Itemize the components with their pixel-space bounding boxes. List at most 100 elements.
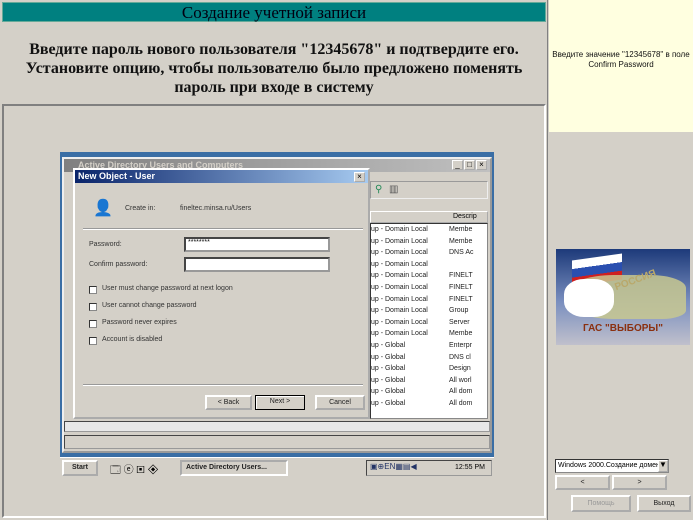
option-checkbox[interactable] [89, 337, 97, 345]
next-button[interactable]: Next > [255, 395, 305, 410]
description-cell: FINELT [449, 295, 473, 303]
table-row[interactable]: up - Global All worl [371, 375, 487, 387]
option-checkbox[interactable] [89, 303, 97, 311]
table-row[interactable]: up - Global DNS cl [371, 352, 487, 364]
option-label[interactable]: Password never expires [102, 319, 177, 326]
table-row[interactable]: up - Domain Local Server [371, 317, 487, 329]
type-cell: up - Global [371, 399, 406, 407]
toolbar: ⚲ ▥ [370, 181, 488, 199]
help-button: Помощь [571, 495, 631, 512]
lesson-title: Создание учетной записи [2, 2, 546, 22]
user-icon: 👤 [93, 200, 113, 217]
description-cell: All worl [449, 376, 472, 384]
type-cell: up - Domain Local [371, 283, 428, 291]
taskbar-item-ad-users[interactable]: Active Directory Users... [180, 460, 288, 476]
table-row[interactable]: up - Domain Local Group [371, 305, 487, 317]
type-cell: up - Domain Local [371, 295, 428, 303]
table-row[interactable]: up - Global Design [371, 363, 487, 375]
instruction-text: Введите пароль нового пользователя "1234… [25, 41, 523, 96]
dialog-titlebar[interactable]: New Object - User [75, 170, 368, 183]
confirm-password-input[interactable] [184, 257, 330, 272]
description-cell: FINELT [449, 283, 473, 291]
type-cell: up - Domain Local [371, 330, 428, 338]
type-cell: up - Domain Local [371, 249, 428, 257]
type-cell: up - Global [371, 376, 406, 384]
create-in-label: Create in: [125, 205, 156, 212]
type-cell: up - Domain Local [371, 226, 428, 233]
description-cell: FINELT [449, 272, 473, 280]
description-cell: Server [449, 318, 470, 326]
option-label[interactable]: Account is disabled [102, 336, 162, 343]
create-in-value: fineltec.minsa.ru/Users [180, 205, 252, 212]
confirm-password-label: Confirm password: [89, 261, 148, 268]
table-row[interactable]: up - Domain Local FINELT [371, 294, 487, 306]
table-row[interactable]: up - Domain Local [371, 259, 487, 271]
option-label[interactable]: User cannot change password [102, 302, 197, 309]
close-button[interactable]: × [476, 160, 487, 170]
divider [83, 384, 363, 386]
chevron-down-icon[interactable]: ▼ [658, 460, 668, 472]
logo-text: ГАС "ВЫБОРЫ" [583, 323, 663, 334]
type-cell: up - Global [371, 353, 406, 361]
delegate-icon[interactable]: ▥ [389, 184, 398, 195]
description-cell: All dom [449, 399, 473, 407]
option-checkbox[interactable] [89, 286, 97, 294]
new-user-dialog: New Object - User × 👤 Create in: finelte… [73, 168, 370, 419]
description-cell: Membe [449, 226, 473, 233]
gas-vybory-logo: РОССИЯ ГАС "ВЫБОРЫ" [556, 249, 690, 345]
description-cell: All dom [449, 388, 473, 396]
type-cell: up - Domain Local [371, 307, 428, 315]
side-panel: Введите значение "12345678" в поле Confi… [549, 0, 693, 520]
type-cell: up - Domain Local [371, 260, 428, 268]
option-label[interactable]: User must change password at next logon [102, 285, 233, 292]
hint-text: Введите значение "12345678" в поле Confi… [549, 0, 693, 132]
description-cell: DNS Ac [449, 249, 474, 257]
maximize-button[interactable]: □ [464, 160, 475, 170]
clock: 12:55 PM [455, 464, 485, 471]
map-west [564, 279, 614, 317]
type-cell: up - Domain Local [371, 318, 428, 326]
description-cell: Group [449, 307, 469, 315]
prev-button[interactable]: < [555, 475, 610, 490]
description-cell: Membe [449, 237, 473, 245]
table-row[interactable]: up - Global All dom [371, 386, 487, 398]
option-checkbox[interactable] [89, 320, 97, 328]
type-cell: up - Global [371, 341, 406, 349]
minimize-button[interactable]: _ [452, 160, 463, 170]
table-row[interactable]: up - Global All dom [371, 398, 487, 410]
description-cell: Enterpr [449, 341, 472, 349]
horizontal-scrollbar[interactable] [64, 421, 490, 432]
next-step-button[interactable]: > [612, 475, 667, 490]
dialog-close-button[interactable]: × [354, 172, 365, 182]
table-row[interactable]: up - Domain Local DNS Ac [371, 247, 487, 259]
lesson-panel: Создание учетной записи Введите пароль н… [0, 0, 548, 520]
password-input[interactable]: ******** [184, 237, 330, 252]
quick-launch-icons[interactable]: 🗔 ⓔ ▣ ◈ [110, 461, 159, 480]
cancel-button[interactable]: Cancel [315, 395, 365, 410]
table-row[interactable]: up - Domain Local Membe [371, 236, 487, 248]
column-header-description[interactable]: Descrip [370, 211, 488, 223]
table-row[interactable]: up - Domain Local FINELT [371, 270, 487, 282]
type-cell: up - Global [371, 365, 406, 373]
filter-icon[interactable]: ⚲ [375, 184, 382, 195]
table-row[interactable]: up - Domain Local Membe [371, 328, 487, 340]
divider [83, 228, 363, 230]
password-label: Password: [89, 241, 122, 248]
status-bar [64, 435, 490, 449]
tray-icons[interactable]: ▣⊕EN▦▤◀ [370, 462, 417, 471]
start-button[interactable]: Start [62, 460, 98, 476]
type-cell: up - Domain Local [371, 272, 428, 280]
table-row[interactable]: up - Domain Local Membe [371, 224, 487, 236]
back-button[interactable]: < Back [205, 395, 252, 410]
object-list: up - Domain Local Membe up - Domain Local M… [370, 223, 488, 419]
type-cell: up - Global [371, 388, 406, 396]
lesson-select[interactable]: Windows 2000.Создание домена [555, 459, 669, 473]
system-tray: ▣⊕EN▦▤◀ 12:55 PM [366, 460, 492, 476]
table-row[interactable]: up - Global Enterpr [371, 340, 487, 352]
table-row[interactable]: up - Domain Local FINELT [371, 282, 487, 294]
description-cell: Design [449, 365, 471, 373]
taskbar: Start 🗔 ⓔ ▣ ◈ Active Directory Users... … [60, 457, 494, 477]
description-cell: Membe [449, 330, 473, 338]
exit-button[interactable]: Выход [637, 495, 691, 512]
type-cell: up - Domain Local [371, 237, 428, 245]
